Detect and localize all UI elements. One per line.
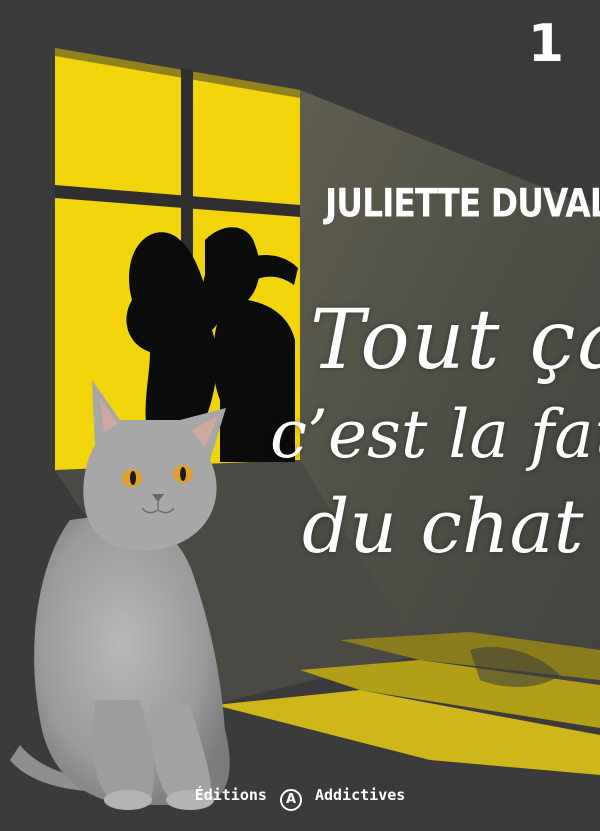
title-line-2: c’est la faute [270,396,600,473]
publisher-imprint: Éditions A Addictives [0,786,600,811]
book-cover: 1 JULIETTE DUVAL Tout ça, c’est la faute… [0,0,600,831]
publisher-prefix: Éditions [194,786,267,804]
publisher-name: Addictives [315,786,406,804]
volume-number: 1 [527,14,564,74]
title-line-1: Tout ça, [310,293,600,388]
book-title: Tout ça, c’est la faute du chat ! [240,293,600,570]
title-line-3: du chat ! [302,484,600,570]
circled-a-logo-icon: A [279,789,302,811]
author-name: JULIETTE DUVAL [325,180,600,227]
